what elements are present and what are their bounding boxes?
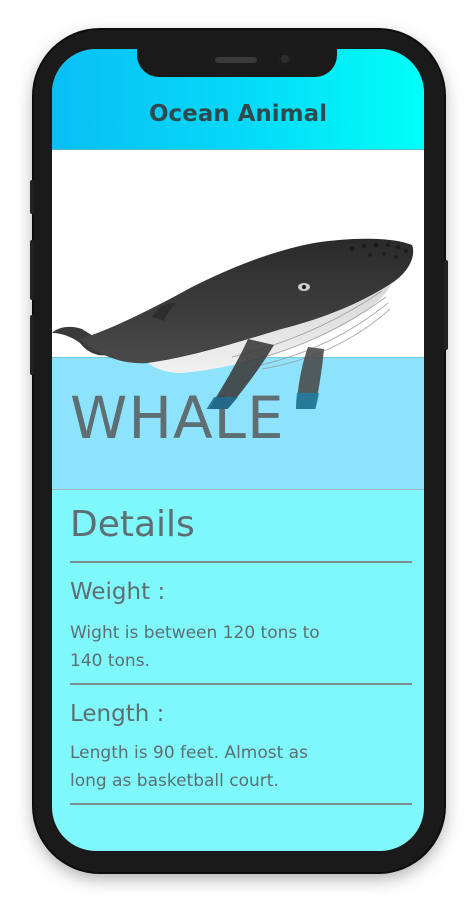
weight-text: Wight is between 120 tons to 140 tons. <box>70 623 320 671</box>
details-divider <box>70 561 412 563</box>
power-button <box>444 260 448 350</box>
animal-name-band: WHALE <box>52 357 424 490</box>
app-screen: Ocean Animal WHALE Details Weight: Wigh… <box>52 49 424 851</box>
phone-notch <box>137 49 337 77</box>
speaker-grille <box>215 57 257 63</box>
page-title: Ocean Animal <box>148 101 328 127</box>
front-camera <box>278 52 292 66</box>
length-heading: Length : <box>70 701 165 727</box>
weight-heading: Weight : <box>70 579 166 605</box>
length-text: Length is 90 feet. Almost as long as bas… <box>70 743 308 791</box>
details-title: Details <box>70 504 195 545</box>
mute-switch <box>30 180 34 214</box>
animal-name: WHALE <box>70 384 285 452</box>
volume-up-button <box>30 240 34 300</box>
volume-down-button <box>30 315 34 375</box>
length-divider <box>70 803 412 805</box>
phone-frame: Ocean Animal WHALE Details Weight: Wigh… <box>30 30 448 872</box>
weight-divider <box>70 683 412 685</box>
animal-image-area <box>52 150 424 357</box>
